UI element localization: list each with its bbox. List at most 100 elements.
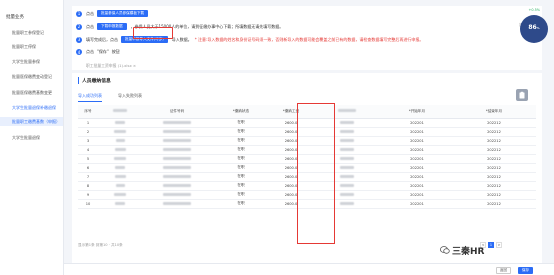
cell-end: 202212: [452, 190, 536, 200]
sidebar-item[interactable]: 大学生批量退保补缴退保: [12, 105, 56, 111]
cell-status: 在职: [212, 145, 270, 155]
warning-text: * 注意:导入数据的姓名和身份证号码须一致，否则新导入的数据可能会覆盖之前已有的…: [194, 36, 424, 42]
redacted-text: [163, 165, 191, 169]
cell-status: 在职: [212, 190, 270, 200]
step-text: 填写完成后，点击: [86, 36, 118, 42]
sidebar-item[interactable]: 批量医保缴费基数变更: [12, 90, 52, 96]
cell-name: [98, 118, 142, 128]
redacted-text: [163, 183, 191, 187]
cell-name: [98, 145, 142, 155]
step-text: "保存": [97, 49, 109, 54]
cell-name: [98, 154, 142, 164]
step-number: 4: [76, 49, 82, 55]
redacted-text: [114, 129, 126, 133]
cell-end: 202212: [452, 172, 536, 182]
tab-success[interactable]: 导入成功列表: [78, 93, 102, 102]
cell-status: 在职: [212, 181, 270, 191]
panel-title: 人员缴纳信息: [78, 77, 111, 84]
cell-id-number: [142, 127, 212, 137]
redacted-text: [114, 192, 126, 196]
redacted-text: [115, 165, 125, 169]
redacted-text: [114, 147, 126, 151]
redacted-text: [115, 138, 125, 142]
record-count: 显示第1条 到第10 · 共10条: [78, 243, 123, 247]
col-header: *开始年月: [382, 105, 452, 119]
cell-status: 在职: [212, 118, 270, 128]
cell-index: 5: [78, 154, 98, 164]
cell-id-number: [142, 118, 212, 128]
toolbar-button[interactable]: [516, 89, 528, 101]
sidebar-item[interactable]: 批量职工停保: [12, 44, 36, 50]
sidebar-item[interactable]: 大学生批量退保: [12, 135, 40, 141]
cell-id-number: [142, 145, 212, 155]
redacted-text: [340, 129, 354, 133]
cell-start: 202201: [382, 136, 452, 146]
cell-id-number: [142, 181, 212, 191]
save-button[interactable]: 保存: [518, 266, 533, 274]
bottom-bar: 返回 保存: [64, 263, 554, 275]
redacted-text: [340, 192, 354, 196]
cell-end: 202212: [452, 181, 536, 191]
sidebar-item-active[interactable]: 批量职工缴费基数（申报）: [0, 117, 63, 126]
cell-start: 202201: [382, 190, 452, 200]
download-data-button[interactable]: 下载申报数据: [97, 23, 127, 30]
page-button[interactable]: 1: [488, 242, 494, 248]
wechat-icon: [440, 246, 450, 254]
cell-index: 3: [78, 136, 98, 146]
step-number: 2: [76, 23, 82, 30]
redacted-text: [114, 174, 126, 178]
cell-name: [98, 163, 142, 173]
cell-status: 在职: [212, 136, 270, 146]
step-3: 3 填写完成后，点击 批量申报导入文件(可多) 导入数据。 * 注意:导入数据的…: [76, 36, 426, 43]
main-content: 1 点击 批量参保人员参保模板下载 2 点击 下载申报数据 ，参保人员大于150…: [64, 0, 554, 275]
col-header: [98, 105, 142, 119]
cell-status: 在职: [212, 154, 270, 164]
redacted-text: [340, 156, 354, 160]
sidebar-item[interactable]: 批量医保缴费变动登记: [12, 74, 52, 80]
cell-index: 9: [78, 190, 98, 200]
next-page-button[interactable]: >: [496, 242, 502, 248]
cell-status: 在职: [212, 199, 270, 209]
step-4: 4 点击 "保存" 按钮: [76, 49, 123, 55]
cell-end: 202212: [452, 127, 536, 137]
step-text: 按钮: [111, 49, 120, 54]
redacted-text: [163, 138, 191, 142]
step-text: 点击: [86, 23, 94, 29]
cell-index: 10: [78, 199, 98, 209]
cell-start: 202201: [382, 127, 452, 137]
cell-name: [98, 136, 142, 146]
step-number: 1: [76, 10, 82, 17]
tab-failure[interactable]: 导入失败列表: [118, 93, 142, 99]
cell-id-number: [142, 172, 212, 182]
redacted-text: [163, 174, 191, 178]
clipboard-icon: [519, 91, 525, 99]
cell-index: 7: [78, 172, 98, 182]
redacted-text: [340, 201, 354, 205]
back-button[interactable]: 返回: [496, 266, 511, 274]
redacted-text: [163, 192, 191, 196]
step-number: 3: [76, 36, 82, 43]
download-template-button[interactable]: 批量参保人员参保模板下载: [97, 10, 149, 17]
col-header: *缴纳状态: [212, 105, 270, 119]
sidebar-item[interactable]: 批量职工参保登记: [12, 30, 44, 36]
cell-name: [98, 199, 142, 209]
cell-start: 202201: [382, 118, 452, 128]
cell-name: [98, 190, 142, 200]
cell-start: 202201: [382, 163, 452, 173]
cell-start: 202201: [382, 181, 452, 191]
gauge-change: +0.5%: [528, 8, 540, 12]
cell-start: 202201: [382, 199, 452, 209]
redacted-text: [340, 138, 354, 142]
redacted-text: [115, 183, 125, 187]
step-text: 点击: [86, 49, 94, 54]
redacted-text: [115, 120, 125, 124]
cell-index: 4: [78, 145, 98, 155]
cell-name: [98, 127, 142, 137]
redacted-text: [115, 201, 125, 205]
step-2: 2 点击 下载申报数据 ，参保人员大于15000人的单位，请到征缴办事中心下载；…: [76, 23, 286, 30]
uploaded-file[interactable]: 职工批量工资申报 (1).xlsx ×: [86, 63, 136, 69]
cell-start: 202201: [382, 145, 452, 155]
sidebar-item[interactable]: 大学生批量参保: [12, 59, 40, 65]
redacted-text: [340, 165, 354, 169]
sidebar-title: 批量业务: [6, 15, 24, 20]
